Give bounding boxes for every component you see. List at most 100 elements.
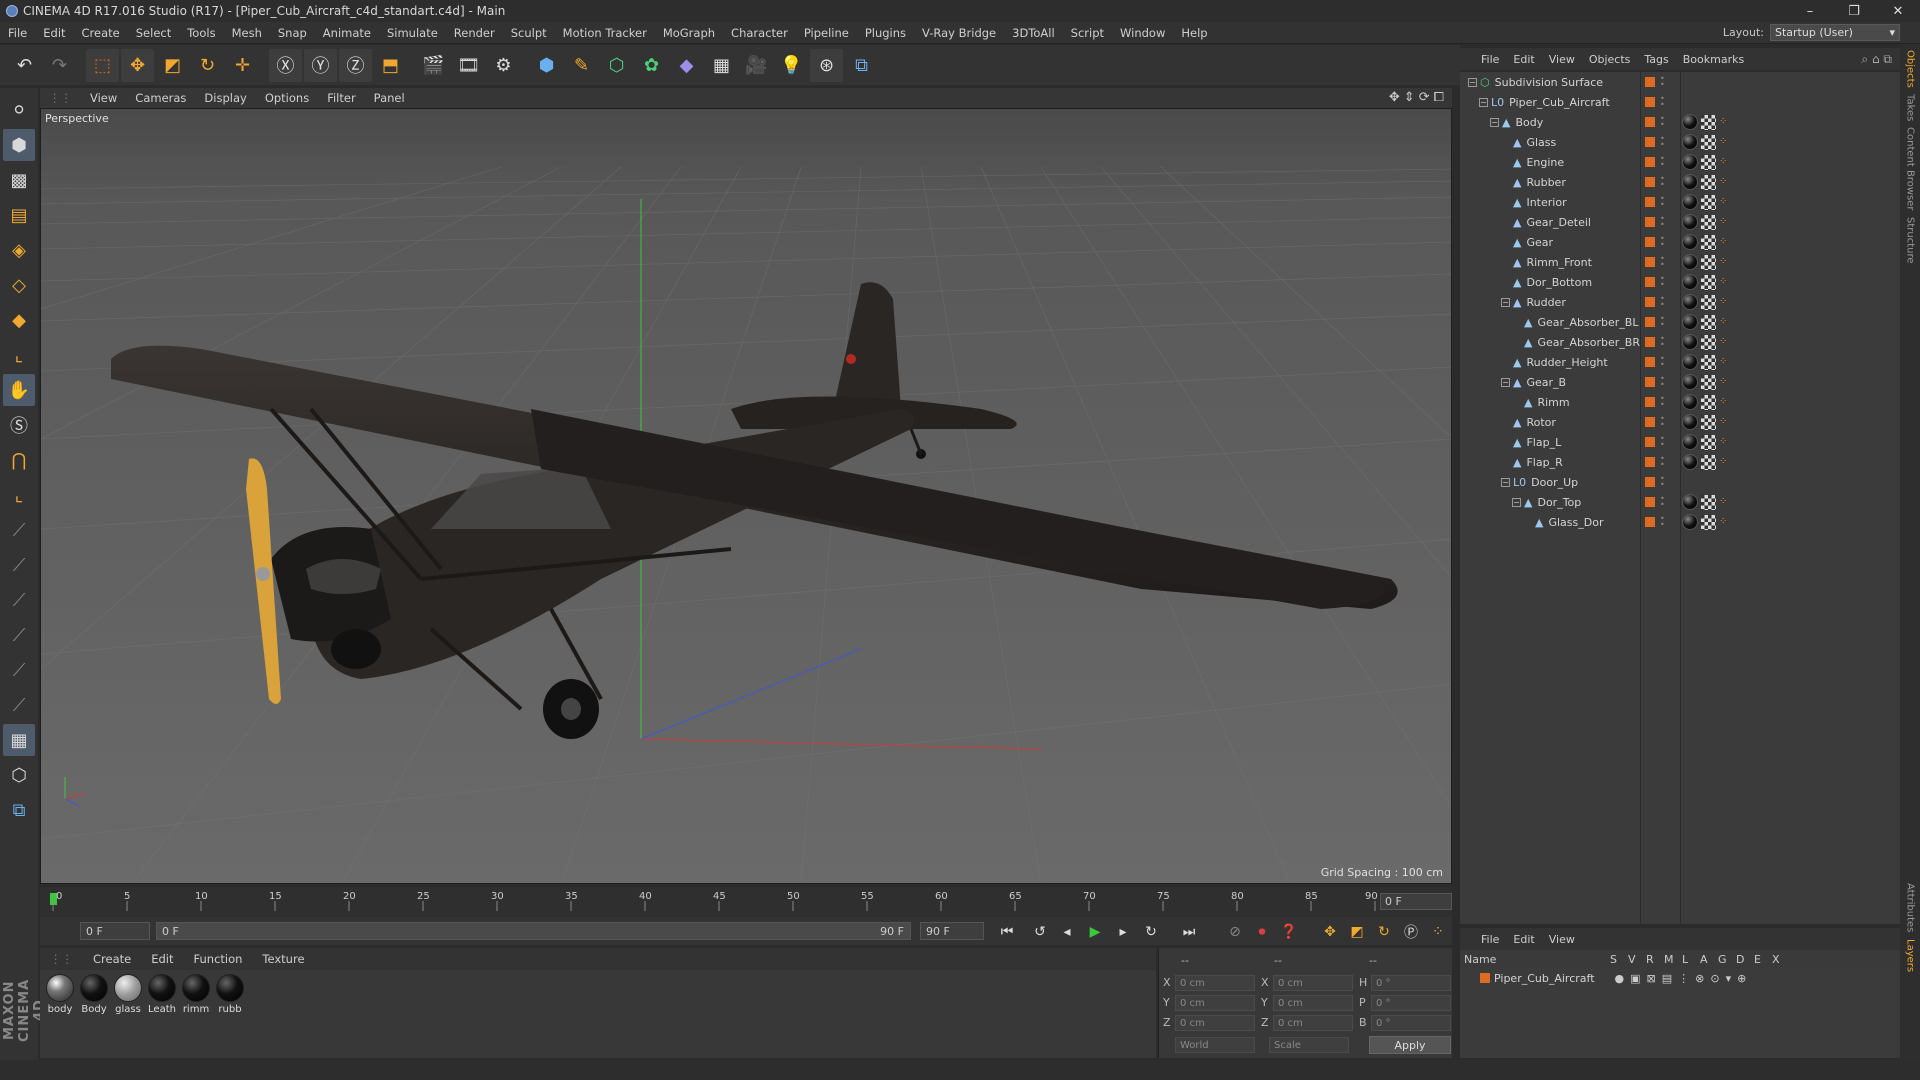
material-tag-icon[interactable]	[1682, 274, 1698, 290]
search-icon[interactable]: ⌕	[1861, 52, 1868, 66]
uvw-tag-icon[interactable]	[1701, 235, 1716, 250]
material-tag-icon[interactable]	[1682, 114, 1698, 130]
tab-layers[interactable]: Layers	[1905, 939, 1916, 972]
menu-mograph[interactable]: MoGraph	[655, 26, 723, 40]
expand-toggle[interactable]	[1512, 318, 1521, 327]
selection-tag-icon[interactable]: ⁘	[1719, 156, 1727, 167]
material-tag-icon[interactable]	[1682, 514, 1698, 530]
expand-toggle[interactable]: −	[1512, 497, 1521, 507]
keyframe-selection-button[interactable]: ❓	[1277, 921, 1301, 943]
menu-script[interactable]: Script	[1063, 26, 1112, 40]
layer-color-icon[interactable]	[1645, 377, 1655, 387]
undo-button[interactable]: ↶	[8, 49, 41, 82]
menu-motion-tracker[interactable]: Motion Tracker	[555, 26, 655, 40]
spline-pen-button[interactable]: ✎	[565, 49, 598, 82]
dolly-view-icon[interactable]: ⇕	[1404, 90, 1415, 105]
material-tag-icon[interactable]	[1682, 494, 1698, 510]
layer-color-icon[interactable]	[1645, 197, 1655, 207]
floor-button[interactable]: ▦	[705, 49, 738, 82]
menu-render[interactable]: Render	[446, 26, 503, 40]
visibility-dots-icon[interactable]: • •	[1660, 155, 1665, 169]
menu-vray-bridge[interactable]: V-Ray Bridge	[914, 26, 1004, 40]
menu-file[interactable]: File	[0, 26, 35, 40]
expand-toggle[interactable]	[1501, 458, 1510, 467]
object-menu-view[interactable]: View	[1542, 53, 1582, 66]
uvw-tag-icon[interactable]	[1701, 195, 1716, 210]
tab-takes[interactable]: Takes	[1905, 94, 1916, 121]
render-settings-button[interactable]: ⚙	[487, 49, 520, 82]
viewport-menu-options[interactable]: Options	[256, 91, 318, 105]
expand-toggle[interactable]	[1501, 138, 1510, 147]
uvw-tag-icon[interactable]	[1701, 435, 1716, 450]
menu-3dtoall[interactable]: 3DToAll	[1004, 26, 1063, 40]
layer-color-icon[interactable]	[1645, 277, 1655, 287]
position-x-field[interactable]: 0 cm	[1175, 975, 1255, 991]
layer-color-icon[interactable]	[1645, 317, 1655, 327]
material-tag-icon[interactable]	[1682, 394, 1698, 410]
uvw-tag-icon[interactable]	[1701, 415, 1716, 430]
expand-toggle[interactable]	[1512, 398, 1521, 407]
material-tag-icon[interactable]	[1682, 414, 1698, 430]
key-scale-button[interactable]: ◩	[1345, 921, 1369, 943]
uvw-tag-icon[interactable]	[1701, 455, 1716, 470]
visibility-dots-icon[interactable]: • •	[1660, 95, 1665, 109]
material-swatch[interactable]: rubb	[215, 974, 245, 1015]
record-keys-button[interactable]: ⊘	[1223, 921, 1247, 943]
expand-toggle[interactable]	[1501, 158, 1510, 167]
visibility-dots-icon[interactable]: • •	[1660, 375, 1665, 389]
size-mode-select[interactable]: Scale	[1269, 1037, 1349, 1053]
visibility-dots-icon[interactable]: • •	[1660, 255, 1665, 269]
sculpt-brush-button[interactable]: ⟋	[3, 514, 35, 546]
selection-tag-icon[interactable]: ⁘	[1719, 496, 1727, 507]
selection-tag-icon[interactable]: ⁘	[1719, 256, 1727, 267]
layer-menu-file[interactable]: File	[1474, 933, 1506, 946]
layer-menu-edit[interactable]: Edit	[1506, 933, 1541, 946]
key-position-button[interactable]: ✥	[1318, 921, 1342, 943]
layer-color-icon[interactable]	[1645, 337, 1655, 347]
layer-color-icon[interactable]	[1645, 157, 1655, 167]
material-tag-icon[interactable]	[1682, 374, 1698, 390]
object-menu-file[interactable]: File	[1474, 53, 1506, 66]
expand-toggle[interactable]: −	[1490, 117, 1499, 127]
move-tool-button[interactable]: ✥	[121, 48, 154, 82]
grid-lock-button[interactable]: ▦	[3, 724, 35, 756]
uvw-tag-icon[interactable]	[1701, 295, 1716, 310]
sculpt-flatten-button[interactable]: ⟋	[3, 689, 35, 721]
go-to-end-button[interactable]: ⏭	[1177, 921, 1201, 943]
uvw-tag-icon[interactable]	[1701, 335, 1716, 350]
visibility-dots-icon[interactable]: • •	[1660, 475, 1665, 489]
orbit-view-icon[interactable]: ⟳	[1419, 90, 1430, 105]
previous-key-button[interactable]: ↺	[1028, 921, 1052, 943]
material-swatch[interactable]: Body	[79, 974, 109, 1015]
expand-toggle[interactable]	[1501, 258, 1510, 267]
uvw-tag-icon[interactable]	[1701, 255, 1716, 270]
layer-color-icon[interactable]	[1645, 297, 1655, 307]
material-tag-icon[interactable]	[1682, 454, 1698, 470]
visibility-dots-icon[interactable]: • •	[1660, 115, 1665, 129]
layer-color-icon[interactable]	[1645, 497, 1655, 507]
visibility-dots-icon[interactable]: • •	[1660, 455, 1665, 469]
material-tag-icon[interactable]	[1682, 194, 1698, 210]
selection-tag-icon[interactable]: ⁘	[1719, 456, 1727, 467]
y-axis-lock-button[interactable]: Ⓨ	[304, 48, 337, 82]
cube-primitive-button[interactable]: ⬢	[530, 49, 563, 82]
viewport-menu-filter[interactable]: Filter	[318, 91, 364, 105]
layer-color-icon[interactable]	[1645, 77, 1655, 87]
next-key-button[interactable]: ↻	[1139, 921, 1163, 943]
position-z-field[interactable]: 0 cm	[1175, 1015, 1255, 1031]
render-view-button[interactable]: 🎬	[417, 49, 450, 82]
frame-range-slider[interactable]: 0 F 90 F	[156, 922, 911, 940]
menu-tools[interactable]: Tools	[179, 26, 223, 40]
live-selection-button[interactable]: ⬚	[86, 48, 119, 82]
pan-view-icon[interactable]: ✥	[1389, 90, 1400, 105]
minimize-button[interactable]: –	[1788, 0, 1832, 22]
expand-toggle[interactable]	[1501, 238, 1510, 247]
selection-tag-icon[interactable]: ⁘	[1719, 516, 1727, 527]
menu-character[interactable]: Character	[723, 26, 796, 40]
material-tag-icon[interactable]	[1682, 334, 1698, 350]
uvw-tag-icon[interactable]	[1701, 275, 1716, 290]
layer-color-icon[interactable]	[1645, 257, 1655, 267]
expand-toggle[interactable]: −	[1501, 377, 1510, 387]
sculpt-inflate-button[interactable]: ⟋	[3, 654, 35, 686]
axis-lock-button[interactable]: ⌞	[3, 479, 35, 511]
